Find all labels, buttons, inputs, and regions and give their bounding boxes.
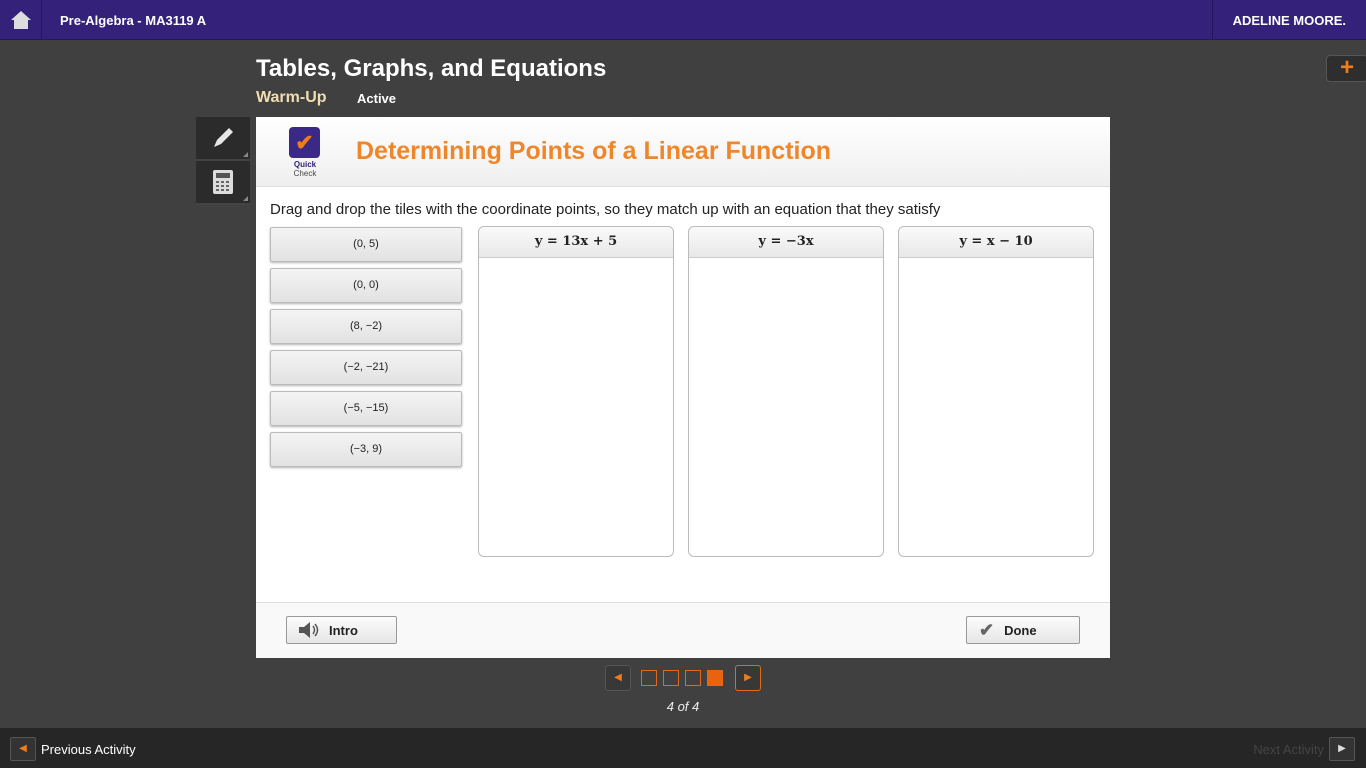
done-button[interactable]: ✔ Done (966, 616, 1080, 644)
page-4-current[interactable] (707, 670, 723, 686)
tile[interactable]: (0, 5) (270, 227, 462, 262)
next-activity-arrow-icon: ▶ (1329, 737, 1355, 761)
home-icon (10, 11, 31, 29)
tile[interactable]: (−3, 9) (270, 432, 462, 467)
done-label: Done (1004, 622, 1037, 638)
section-label: Warm-Up (256, 89, 327, 106)
column-header: y = x − 10 (899, 227, 1093, 258)
badge-line1: Quick (293, 160, 317, 169)
tile[interactable]: (−5, −15) (270, 391, 462, 426)
drop-column-2[interactable]: y = −3x (688, 226, 884, 557)
pager: ◀ ▶ (605, 665, 761, 691)
intro-label: Intro (329, 622, 358, 638)
lesson-title: Tables, Graphs, and Equations (256, 55, 607, 82)
status-label: Active (357, 91, 397, 106)
plus-button[interactable]: + (1326, 55, 1366, 82)
top-bar: Pre-Algebra - MA3119 A ADELINE MOORE. (0, 0, 1366, 40)
tile[interactable]: (0, 0) (270, 268, 462, 303)
page-2[interactable] (663, 670, 679, 686)
tile[interactable]: (−2, −21) (270, 350, 462, 385)
home-button[interactable] (0, 0, 42, 40)
column-header: y = −3x (689, 227, 883, 258)
user-name[interactable]: ADELINE MOORE. (1211, 0, 1366, 40)
speaker-icon (299, 622, 319, 638)
tile[interactable]: (8, −2) (270, 309, 462, 344)
tile-bank: (0, 5) (0, 0) (8, −2) (−2, −21) (−5, −15… (270, 227, 462, 473)
calculator-tool-button[interactable] (196, 161, 250, 205)
pencil-icon (214, 128, 233, 147)
instructions: Drag and drop the tiles with the coordin… (270, 201, 941, 218)
bottom-bar: ◀ Previous Activity Next Activity ▶ (0, 728, 1366, 768)
activity-title: Determining Points of a Linear Function (356, 137, 832, 165)
toolbar (196, 117, 250, 205)
card-footer: Intro ✔ Done (256, 602, 1110, 658)
activity-card: ✔ Quick Check Determining Points of a Li… (256, 117, 1110, 658)
course-title[interactable]: Pre-Algebra - MA3119 A (60, 13, 206, 28)
checkmark-icon: ✔ (979, 619, 995, 640)
intro-button[interactable]: Intro (286, 616, 397, 644)
badge-line2: Check (293, 169, 317, 178)
page-1[interactable] (641, 670, 657, 686)
next-page-button[interactable]: ▶ (735, 665, 761, 691)
drop-column-1[interactable]: y = 13x + 5 (478, 226, 674, 557)
previous-activity-link[interactable]: Previous Activity (41, 742, 136, 757)
previous-activity-arrow-icon[interactable]: ◀ (10, 737, 36, 761)
prev-page-button[interactable]: ◀ (605, 665, 631, 691)
pencil-tool-button[interactable] (196, 117, 250, 161)
next-activity-link: Next Activity (1253, 742, 1324, 757)
card-header: ✔ Quick Check Determining Points of a Li… (256, 117, 1110, 187)
check-icon: ✔ (289, 127, 320, 158)
page-3[interactable] (685, 670, 701, 686)
drop-column-3[interactable]: y = x − 10 (898, 226, 1094, 557)
quick-check-badge: ✔ Quick Check (289, 127, 321, 178)
column-header: y = 13x + 5 (479, 227, 673, 258)
page-indicator: 4 of 4 (666, 699, 700, 714)
calculator-icon (213, 170, 233, 194)
